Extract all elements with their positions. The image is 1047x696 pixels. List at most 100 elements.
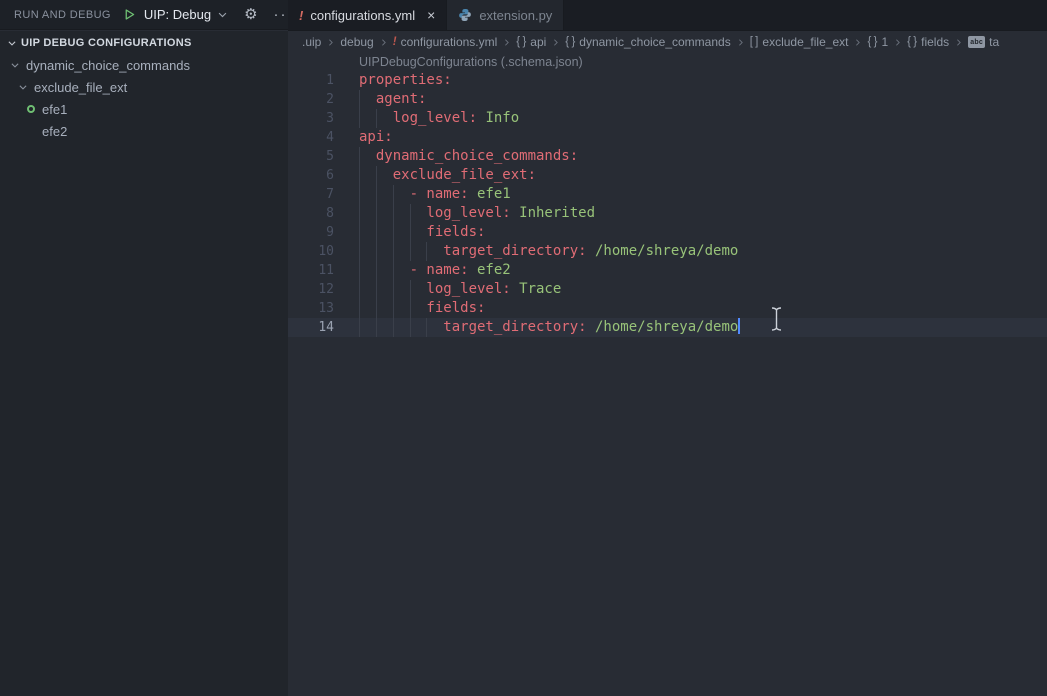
indent-guide	[359, 109, 360, 128]
indent-guide	[393, 299, 394, 318]
line-number: 1	[288, 71, 334, 90]
indent-guide	[376, 242, 377, 261]
line-number: 2	[288, 90, 334, 109]
code-text: fields:	[359, 299, 485, 318]
indent-guide	[410, 204, 411, 223]
tree-item-label: efe2	[42, 124, 67, 139]
code-text: - name: efe2	[359, 261, 511, 280]
code-line-3[interactable]: 3 log_level: Info	[288, 109, 1047, 128]
indent-guide	[410, 242, 411, 261]
code-text: agent:	[359, 90, 426, 109]
tab-extension.py[interactable]: extension.py	[447, 0, 564, 30]
close-icon[interactable]: ×	[427, 8, 435, 22]
indent-guide	[359, 299, 360, 318]
indent-guide	[376, 166, 377, 185]
breadcrumb-item-fields[interactable]: { }fields	[907, 35, 949, 49]
token-key: fields:	[359, 224, 485, 240]
indent-guide	[393, 204, 394, 223]
token-value: Info	[477, 110, 519, 126]
indent-guide	[376, 318, 377, 337]
indent-guide	[393, 223, 394, 242]
code-text: log_level: Info	[359, 109, 519, 128]
tree-item-label: efe1	[42, 102, 67, 117]
indent-guide	[359, 223, 360, 242]
indent-guide	[393, 242, 394, 261]
indent-guide	[376, 261, 377, 280]
indent-guide	[426, 318, 427, 337]
schema-hint: UIPDebugConfigurations (.schema.json)	[288, 53, 1047, 71]
token-key: api:	[359, 129, 393, 145]
chevron-right-icon	[853, 37, 862, 48]
run-and-debug-title: RUN AND DEBUG	[14, 9, 111, 21]
token-value: Trace	[511, 281, 562, 297]
code-line-12[interactable]: 12 log_level: Trace	[288, 280, 1047, 299]
token-value: efe2	[469, 262, 511, 278]
code-text: api:	[359, 128, 393, 147]
breadcrumb-item-debug[interactable]: debug	[340, 35, 373, 49]
code-text: target_directory: /home/shreya/demo	[359, 318, 740, 337]
text-cursor	[738, 318, 740, 334]
code-line-6[interactable]: 6 exclude_file_ext:	[288, 166, 1047, 185]
breadcrumb-item-dynamic_choice_commands[interactable]: { }dynamic_choice_commands	[565, 35, 730, 49]
indent-guide	[376, 280, 377, 299]
breadcrumb-item-ta[interactable]: abcta	[968, 35, 999, 49]
code-line-1[interactable]: 1properties:	[288, 71, 1047, 90]
code-text: exclude_file_ext:	[359, 166, 536, 185]
code-line-13[interactable]: 13 fields:	[288, 299, 1047, 318]
tab-bar: !configurations.yml×extension.py	[288, 0, 1047, 31]
code-line-8[interactable]: 8 log_level: Inherited	[288, 204, 1047, 223]
sidebar-section-header[interactable]: UIP DEBUG CONFIGURATIONS	[0, 31, 288, 54]
indent-guide	[426, 242, 427, 261]
line-number: 9	[288, 223, 334, 242]
line-number: 4	[288, 128, 334, 147]
tab-label: configurations.yml	[310, 8, 415, 23]
tree-item-efe2[interactable]: efe2	[0, 120, 288, 142]
breadcrumb-item-exclude_file_ext[interactable]: [ ]exclude_file_ext	[750, 35, 849, 49]
code-line-9[interactable]: 9 fields:	[288, 223, 1047, 242]
editor[interactable]: .uip debug !configurations.yml { }api { }dyn…	[288, 31, 1047, 696]
indent-guide	[393, 318, 394, 337]
indent-guide	[359, 261, 360, 280]
token-key: log_level:	[359, 205, 511, 221]
warning-icon: !	[393, 36, 397, 48]
breadcrumb-item-configurations.yml[interactable]: !configurations.yml	[393, 35, 498, 49]
chevron-down-icon	[15, 82, 31, 92]
breadcrumb-label: exclude_file_ext	[762, 35, 848, 49]
play-icon[interactable]	[123, 8, 136, 21]
breadcrumb-item-1[interactable]: { }1	[867, 35, 888, 49]
code-line-4[interactable]: 4 api:	[288, 128, 1047, 147]
tree-item-efe1[interactable]: efe1	[0, 98, 288, 120]
indent-guide	[410, 299, 411, 318]
line-number: 8	[288, 204, 334, 223]
code-text: target_directory: /home/shreya/demo	[359, 242, 738, 261]
breadcrumb-label: 1	[881, 35, 888, 49]
line-number: 7	[288, 185, 334, 204]
gear-icon[interactable]: ⚙	[244, 7, 257, 22]
token-key: agent:	[359, 91, 426, 107]
breadcrumb-item-.uip[interactable]: .uip	[302, 35, 321, 49]
chevron-right-icon	[954, 37, 963, 48]
code-line-7[interactable]: 7 - name: efe1	[288, 185, 1047, 204]
code-line-2[interactable]: 2 agent:	[288, 90, 1047, 109]
green-circle-icon	[23, 105, 39, 113]
line-number: 13	[288, 299, 334, 318]
debug-config-dropdown[interactable]: UIP: Debug	[144, 7, 228, 22]
code-line-10[interactable]: 10 target_directory: /home/shreya/demo	[288, 242, 1047, 261]
indent-guide	[376, 299, 377, 318]
token-key: log_level:	[359, 281, 511, 297]
tree-item-exclude_file_ext[interactable]: exclude_file_ext	[0, 76, 288, 98]
breadcrumb-label: debug	[340, 35, 373, 49]
tree-item-dynamic_choice_commands[interactable]: dynamic_choice_commands	[0, 54, 288, 76]
code-line-14[interactable]: 14 target_directory: /home/shreya/demo	[288, 318, 1047, 337]
indent-guide	[393, 280, 394, 299]
code-area[interactable]: 1properties:2 agent:3 log_level: Info4ap…	[288, 71, 1047, 337]
indent-guide	[359, 90, 360, 109]
code-line-11[interactable]: 11 - name: efe2	[288, 261, 1047, 280]
breadcrumb-label: .uip	[302, 35, 321, 49]
breadcrumb-label: api	[530, 35, 546, 49]
token-value: efe1	[469, 186, 511, 202]
breadcrumb-item-api[interactable]: { }api	[516, 35, 546, 49]
chevron-right-icon	[326, 37, 335, 48]
code-line-5[interactable]: 5 dynamic_choice_commands:	[288, 147, 1047, 166]
tab-configurations.yml[interactable]: !configurations.yml×	[288, 0, 447, 30]
